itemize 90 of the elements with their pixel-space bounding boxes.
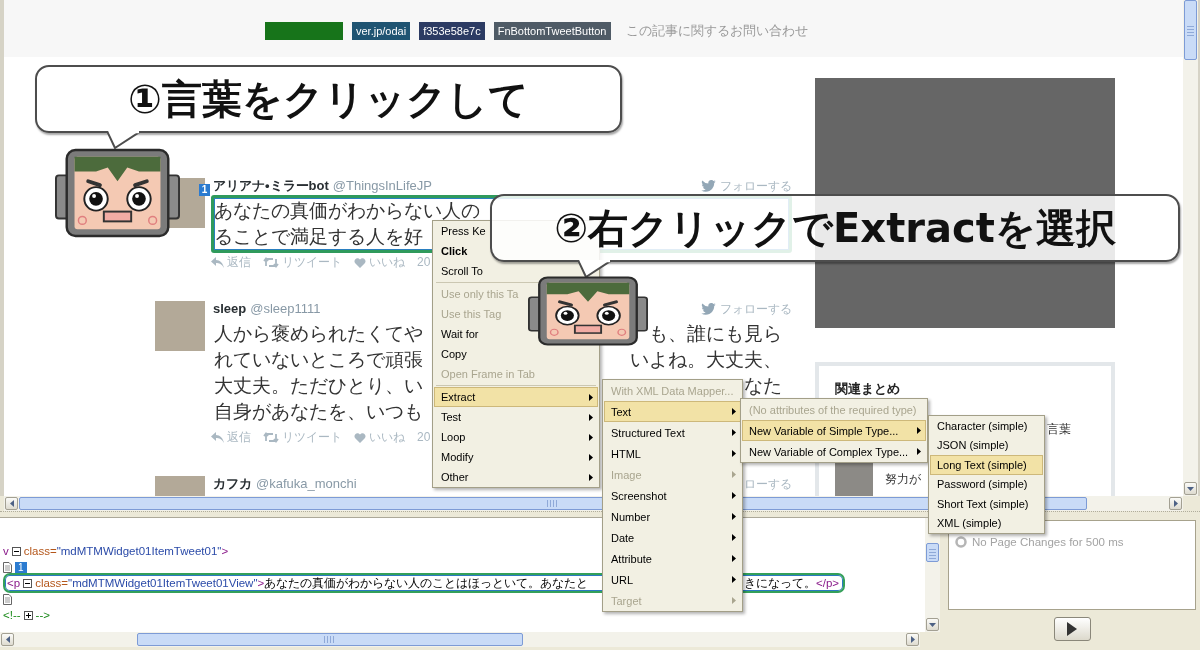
code-text: <p: [7, 577, 21, 589]
menu-item[interactable]: Press Ke: [434, 221, 491, 241]
document-icon: [3, 561, 12, 573]
menu-item[interactable]: Click: [434, 241, 473, 261]
menu-item[interactable]: New Variable of Simple Type...: [742, 420, 926, 441]
code-text: class="mdMTMWidget01ItemTweet01View">あなたの真価がわからない人のことはほっといて。あなたと: [35, 575, 589, 591]
tweet-text: 人から褒められたくてや: [214, 322, 423, 346]
document-icon: [3, 593, 12, 605]
scrollbar-thumb[interactable]: [1184, 0, 1197, 60]
article-link[interactable]: 努力が: [885, 470, 921, 488]
menu-item[interactable]: XML (simple): [930, 513, 1007, 533]
user-handle: @ThingsInLifeJP: [332, 178, 432, 194]
tweet-text: れていないところで頑張: [214, 348, 423, 372]
minus-box-icon: [11, 546, 21, 556]
code-text: v: [3, 545, 9, 557]
left-arrow-icon: [5, 636, 10, 643]
scroll-down-button[interactable]: [1184, 482, 1197, 495]
callout-text: ①言葉をクリックして: [128, 75, 529, 123]
user-name: カフカ: [212, 476, 252, 492]
code-text: class="mdMTMWidget01ItemTweet01">: [23, 545, 229, 557]
play-button[interactable]: [1053, 617, 1091, 641]
retweet-arrows-icon: [263, 256, 279, 268]
scroll-left-button[interactable]: [5, 497, 18, 510]
article-link[interactable]: 言葉: [1047, 420, 1071, 438]
menu-item[interactable]: Text: [604, 401, 741, 422]
right-arrow-icon: [910, 636, 915, 643]
user-name: sleep: [212, 301, 247, 317]
scroll-down-button[interactable]: [926, 618, 939, 631]
number-badge: 1: [199, 184, 210, 196]
scroll-right-button[interactable]: [1169, 497, 1182, 510]
share-button[interactable]: FnBottomTweetButton: [493, 22, 611, 40]
menu-item[interactable]: HTML: [604, 443, 741, 464]
down-arrow-icon: [929, 622, 936, 627]
tweet-text: も、誰にも見ら: [649, 322, 782, 346]
user-handle: @kafuka_monchi: [256, 476, 357, 492]
tweet-text: あなたの真価がわからない人の: [214, 199, 480, 223]
menu-item[interactable]: New Variable of Complex Type...: [742, 441, 926, 462]
code-text: きになって。</p>: [743, 575, 839, 591]
avatar-photo: [155, 476, 205, 496]
menu-item[interactable]: Number: [604, 506, 741, 527]
menu-item[interactable]: Password (simple): [930, 474, 1033, 494]
heart-icon: [354, 431, 366, 443]
menu-item[interactable]: Other: [434, 467, 598, 487]
user-handle: @sleep1111: [250, 301, 321, 317]
down-arrow-icon: [1187, 486, 1194, 491]
tweet-text: ることで満足する人を好: [214, 225, 423, 249]
menu-item[interactable]: Copy: [434, 344, 472, 364]
tweet-text: 大丈夫。ただひとり、い: [214, 374, 423, 398]
scroll-right-button[interactable]: [906, 633, 919, 646]
minus-box-icon: [23, 578, 33, 588]
menu-item[interactable]: Structured Text: [604, 422, 741, 443]
number-badge: 1: [15, 561, 27, 573]
spinner-icon: [955, 536, 967, 548]
menu-item[interactable]: URL: [604, 569, 741, 590]
menu-item[interactable]: Screenshot: [604, 485, 741, 506]
tweet-text: 自身があなたを、いつも: [214, 400, 423, 424]
menu-item[interactable]: Scroll To: [434, 261, 488, 281]
share-button[interactable]: ver.jp/odai: [352, 22, 411, 40]
user-name: アリアナ•ミラーbot: [212, 178, 329, 194]
menu-item[interactable]: Test: [434, 407, 598, 427]
code-text: <!--: [3, 609, 21, 621]
menu-item[interactable]: Extract: [434, 387, 598, 407]
retweet-arrows-icon: [263, 431, 279, 443]
menu-item[interactable]: Character (simple): [930, 416, 1033, 436]
code-text: -->: [35, 609, 50, 621]
tweet-text: なた: [744, 374, 782, 398]
share-button[interactable]: f353e58e7c: [419, 22, 485, 40]
menu-item[interactable]: Date: [604, 527, 741, 548]
callout-text: ②右クリックでExtractを選択: [554, 204, 1116, 252]
tweet-text: いよね。大丈夫、: [630, 348, 782, 372]
avatar-photo: [155, 301, 205, 351]
menu-item[interactable]: Long Text (simple): [930, 455, 1043, 475]
play-icon: [1067, 622, 1077, 636]
left-arrow-icon: [9, 500, 14, 507]
scroll-left-button[interactable]: [1, 633, 14, 646]
plus-box-icon: [23, 610, 33, 620]
heart-icon: [354, 256, 366, 268]
menu-item[interactable]: JSON (simple): [930, 435, 1014, 455]
menu-item[interactable]: Wait for: [434, 324, 484, 344]
scrollbar-thumb[interactable]: [137, 633, 523, 646]
status-text: No Page Changes for 500 ms: [972, 536, 1124, 549]
menu-item[interactable]: Modify: [434, 447, 598, 467]
menu-item[interactable]: Short Text (simple): [930, 494, 1034, 514]
menu-item[interactable]: Attribute: [604, 548, 741, 569]
reply-arrow-icon: [211, 256, 224, 268]
scrollbar-thumb[interactable]: [926, 543, 939, 562]
right-arrow-icon: [1173, 500, 1178, 507]
reply-arrow-icon: [211, 431, 224, 443]
section-heading: 関連まとめ: [835, 381, 901, 397]
menu-item[interactable]: Loop: [434, 427, 598, 447]
